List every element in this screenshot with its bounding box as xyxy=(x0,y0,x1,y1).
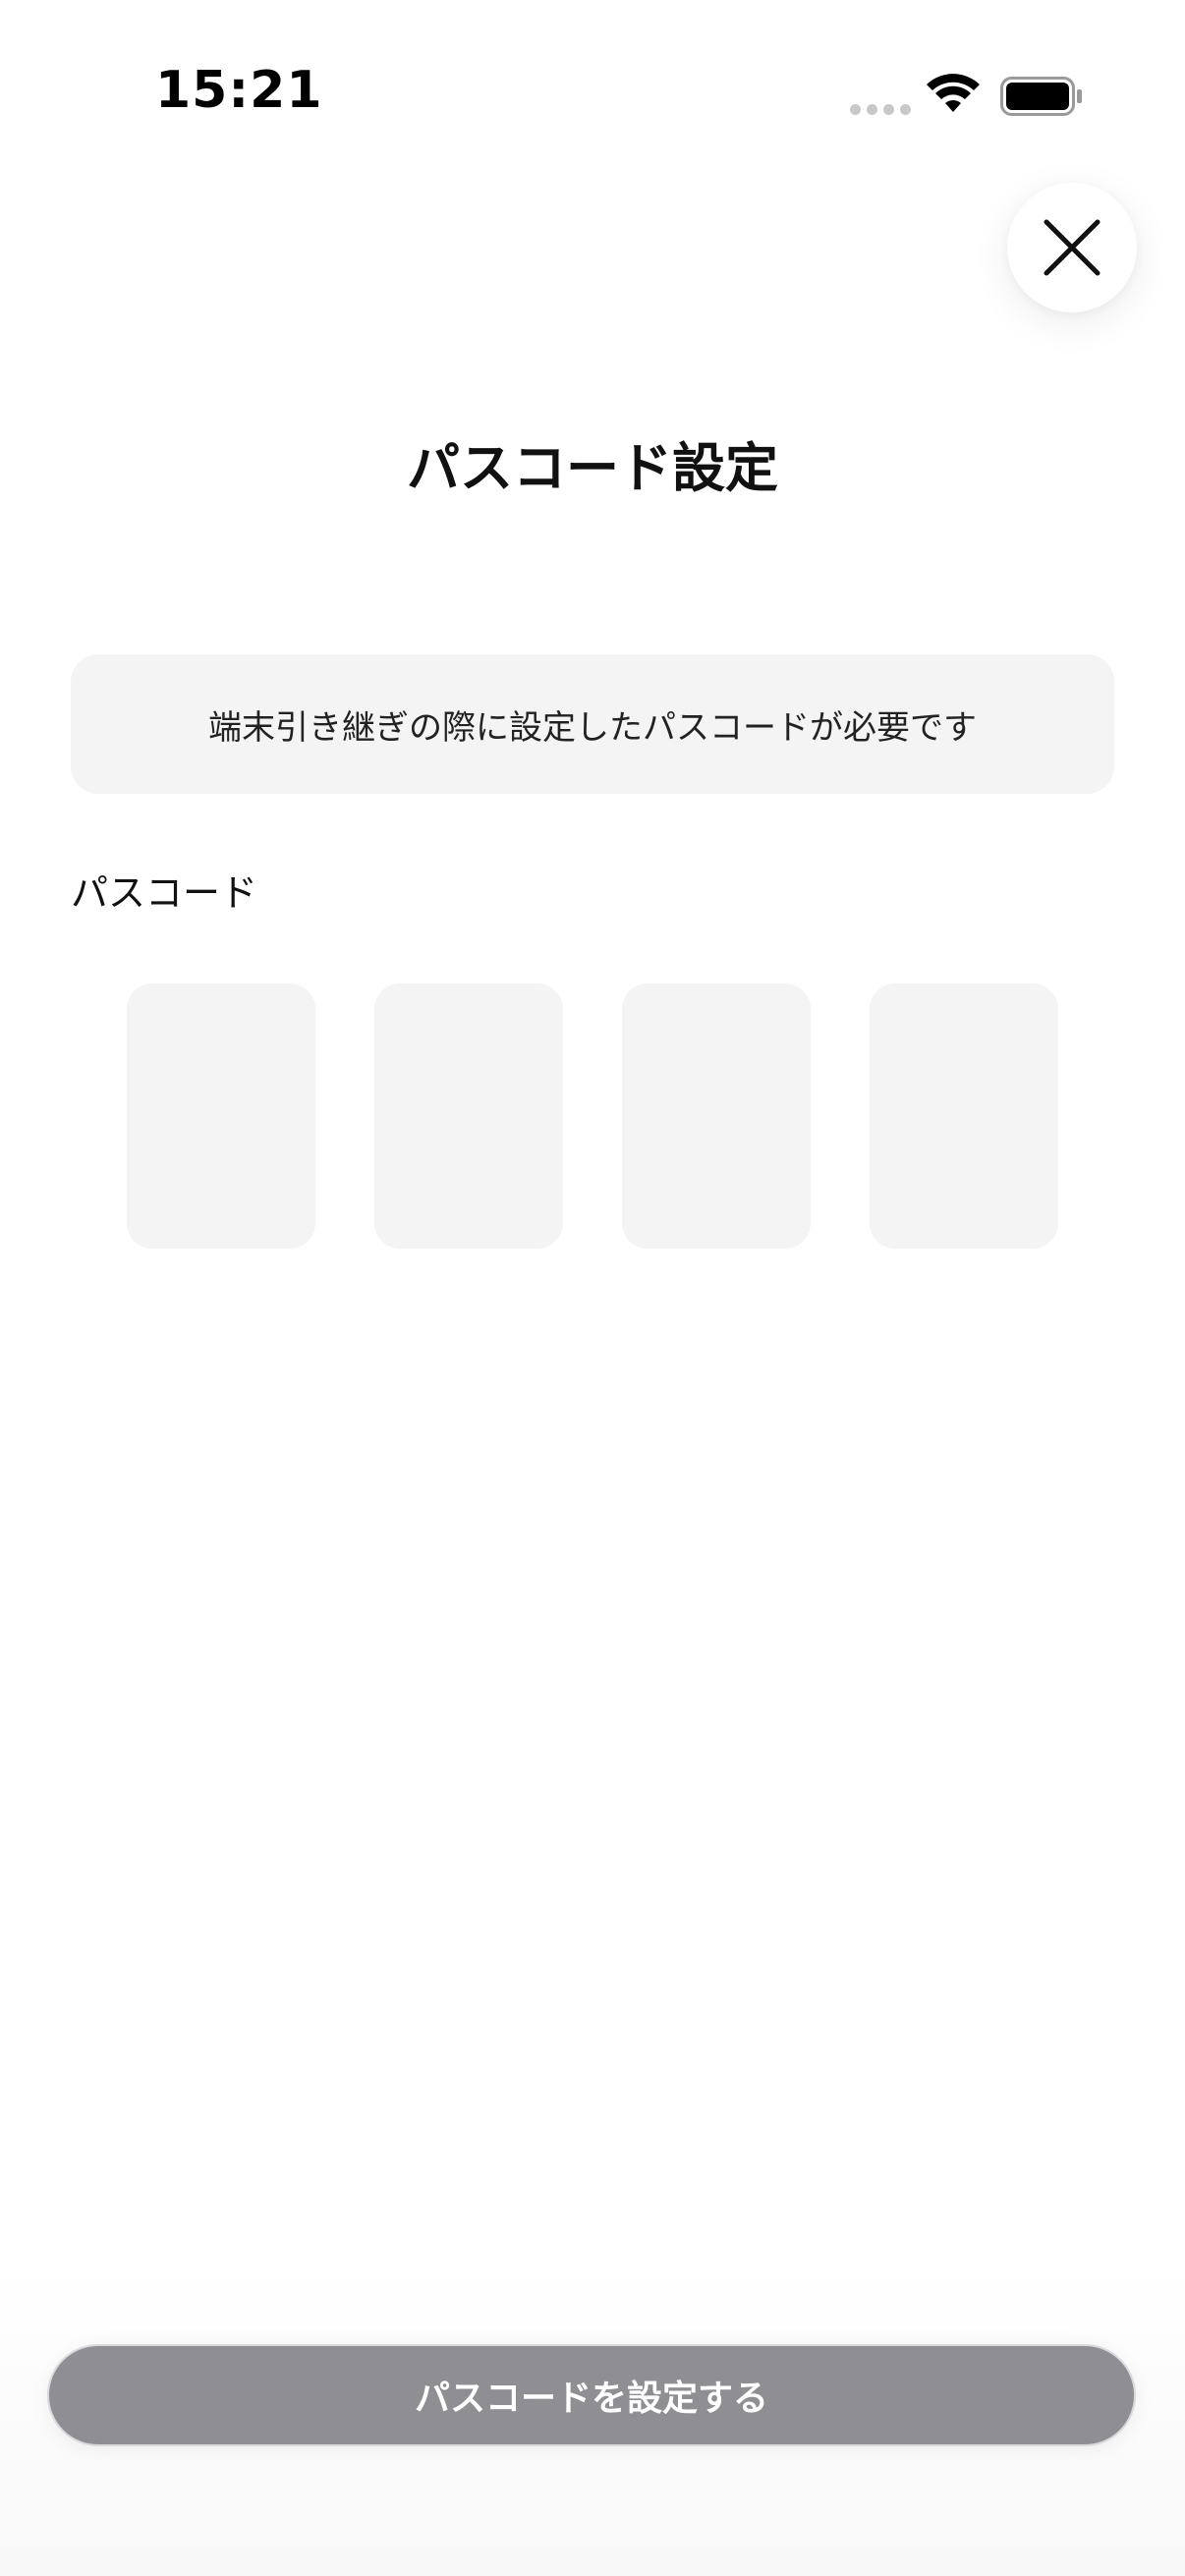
close-button[interactable] xyxy=(1007,183,1137,312)
passcode-digit-1[interactable] xyxy=(127,983,315,1249)
status-time: 15:21 xyxy=(155,61,323,120)
page-title: パスコード設定 xyxy=(407,437,778,499)
close-icon xyxy=(1044,219,1100,276)
status-bar: 15:21 xyxy=(0,0,1185,187)
passcode-digit-3[interactable] xyxy=(622,983,811,1249)
set-passcode-button[interactable]: パスコードを設定する xyxy=(47,2344,1136,2446)
passcode-digit-4[interactable] xyxy=(870,983,1058,1249)
battery-icon xyxy=(1000,77,1082,116)
wifi-icon xyxy=(927,74,980,112)
passcode-input[interactable] xyxy=(127,983,1058,1249)
passcode-digit-2[interactable] xyxy=(374,983,563,1249)
info-banner: 端末引き継ぎの際に設定したパスコードが必要です xyxy=(71,654,1114,794)
info-text: 端末引き継ぎの際に設定したパスコードが必要です xyxy=(208,707,977,748)
passcode-label: パスコード xyxy=(71,871,258,915)
cellular-signal-icon xyxy=(850,104,911,115)
